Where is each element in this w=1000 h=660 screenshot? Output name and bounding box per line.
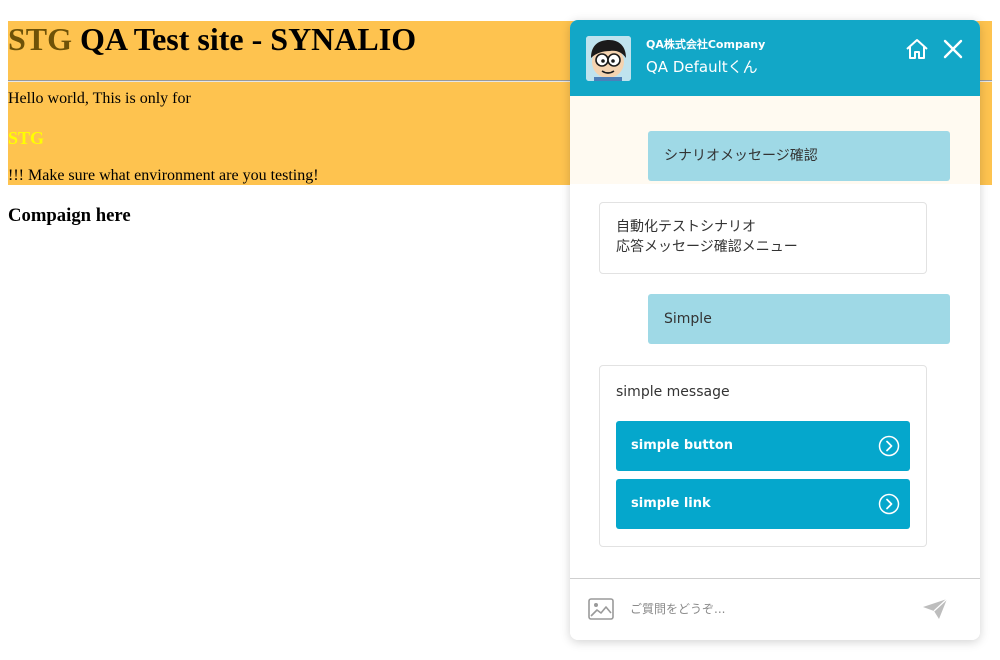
send-icon: [923, 598, 948, 619]
environment-warning: !!! Make sure what environment are you t…: [8, 167, 319, 184]
home-icon: [906, 39, 928, 59]
chat-messages[interactable]: シナリオメッセージ確認 自動化テストシナリオ 応答メッセージ確認メニュー Sim…: [570, 96, 980, 578]
simple-link-button[interactable]: simple link: [616, 479, 910, 529]
message-input[interactable]: [628, 593, 912, 625]
page-title: STG QA Test site - SYNALIO: [8, 21, 416, 58]
campaign-heading: Compaign here: [8, 205, 131, 226]
user-message-1: シナリオメッセージ確認: [648, 131, 950, 181]
bot-message-1: 自動化テストシナリオ 応答メッセージ確認メニュー: [599, 202, 927, 274]
image-icon: [588, 598, 614, 620]
simple-link-label: simple link: [631, 496, 711, 511]
simple-button[interactable]: simple button: [616, 421, 910, 471]
close-icon: [943, 39, 963, 59]
send-button[interactable]: [922, 598, 948, 620]
chevron-right-circle-icon: [878, 435, 900, 457]
user-message-2: Simple: [648, 294, 950, 344]
chat-input-bar: [570, 578, 980, 640]
hello-text: Hello world, This is only for: [8, 90, 191, 107]
bot-message-1-line-1: 自動化テストシナリオ: [616, 219, 756, 235]
environment-tag: STG: [8, 128, 45, 148]
chat-header: QA株式会社Company QA Defaultくん: [570, 20, 980, 96]
home-button[interactable]: [904, 36, 930, 62]
simple-button-label: simple button: [631, 438, 734, 453]
bot-message-2-text: simple message: [616, 384, 730, 400]
bot-message-2: simple message simple button simple link: [599, 365, 927, 547]
bot-avatar: [586, 36, 631, 81]
chevron-right-circle-icon: [878, 493, 900, 515]
bot-avatar-image: [586, 36, 631, 81]
company-name: QA株式会社Company: [646, 38, 766, 51]
page-title-text: QA Test site - SYNALIO: [72, 21, 417, 57]
page-title-env: STG: [8, 21, 73, 57]
image-upload-button[interactable]: [588, 598, 614, 620]
chat-widget: QA株式会社Company QA Defaultくん シナリオメッセージ確認 自…: [570, 20, 980, 640]
bot-name: QA Defaultくん: [646, 58, 758, 76]
close-button[interactable]: [940, 36, 966, 62]
bot-message-1-line-2: 応答メッセージ確認メニュー: [616, 239, 798, 255]
